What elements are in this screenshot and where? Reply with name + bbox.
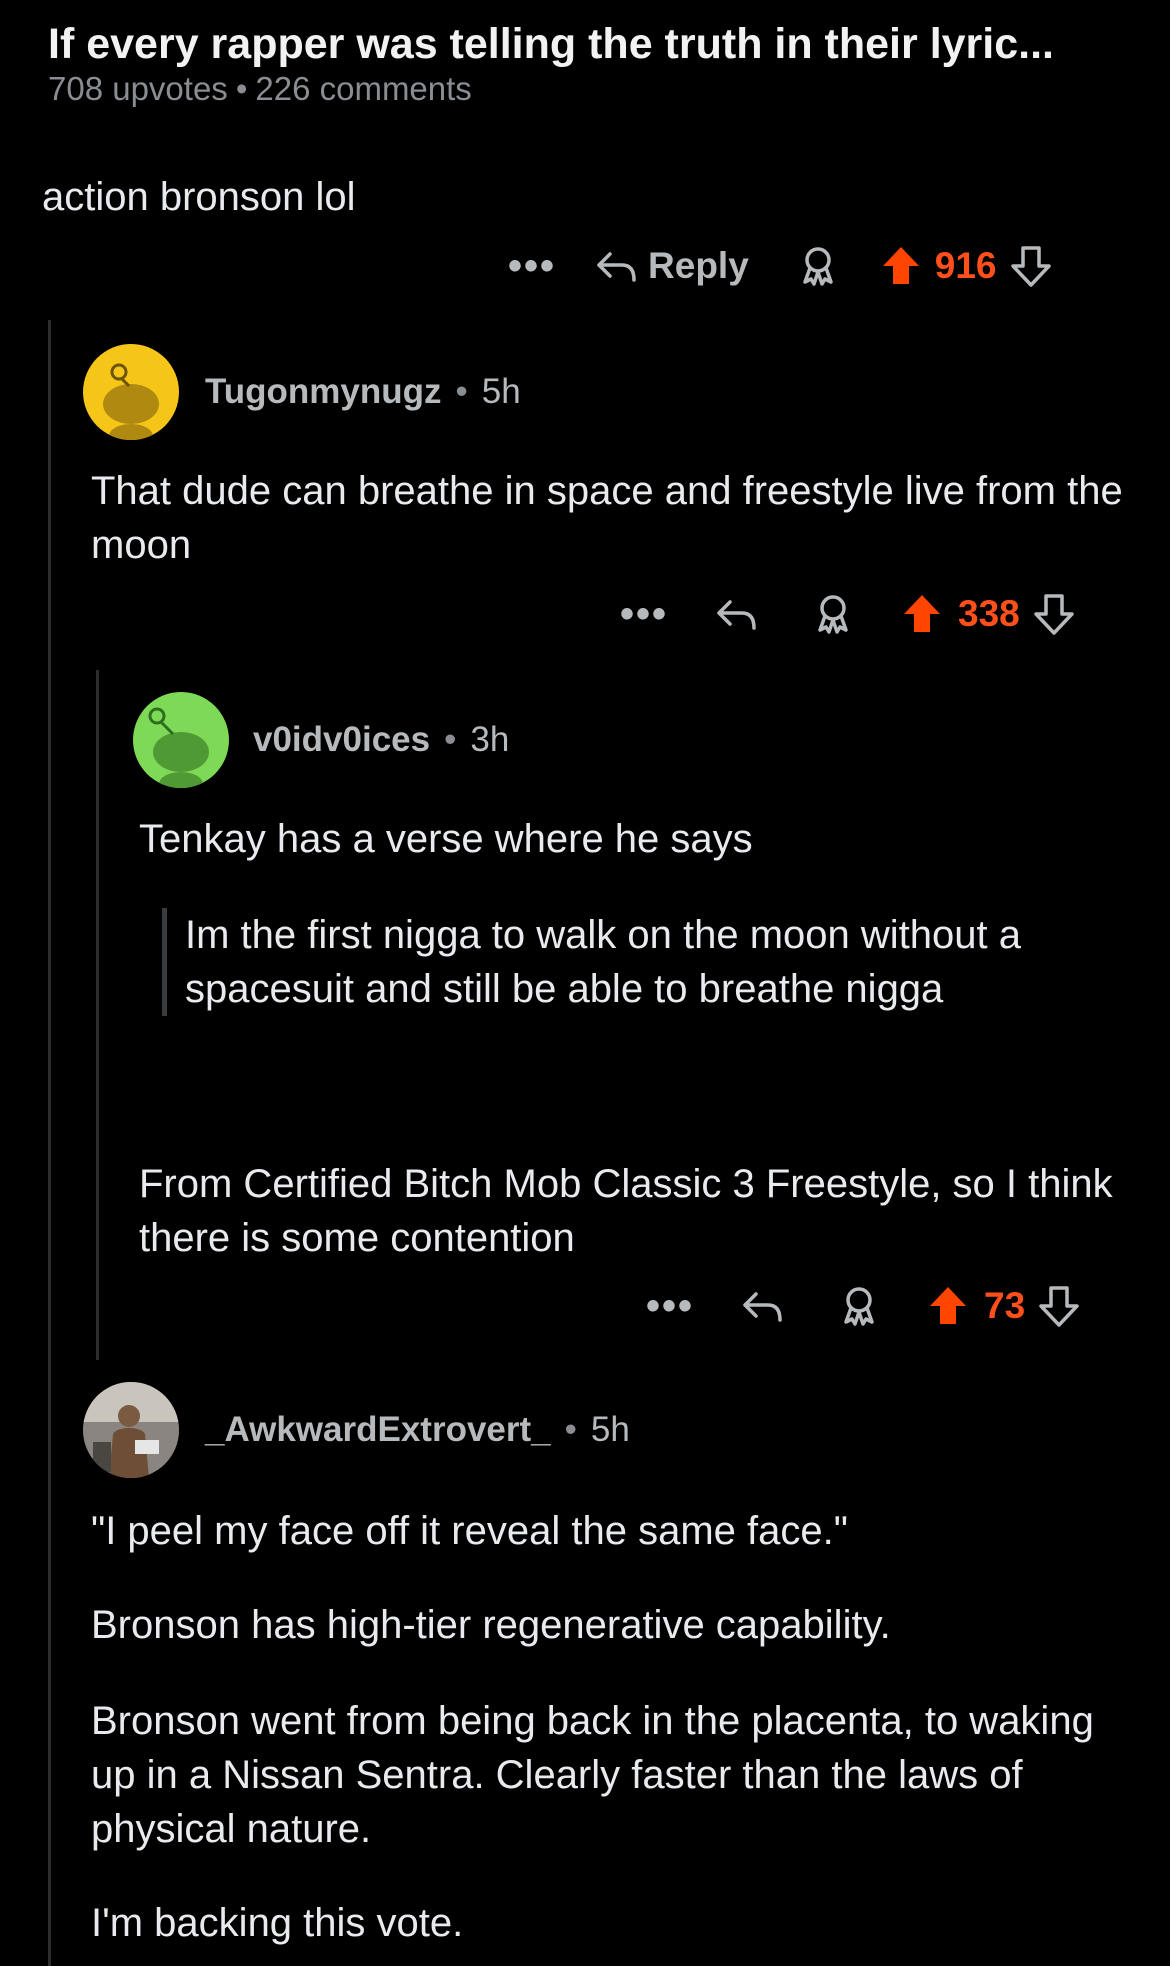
downvote-icon [1032,592,1076,636]
comment-paragraph: "I peel my face off it reveal the same f… [91,1509,848,1553]
more-options-button[interactable]: ••• [620,592,668,637]
reply-label: Reply [648,245,749,286]
comment-age: 3h [470,720,510,759]
downvote-button[interactable] [1032,592,1076,636]
award-button[interactable] [838,1284,880,1328]
profile-photo-icon [83,1382,179,1478]
upvote-icon [879,244,923,288]
comment-author[interactable]: Tugonmynugz [205,372,442,412]
meta-separator: • [455,372,468,411]
upvote-count: 708 upvotes [48,70,228,107]
upvote-button[interactable] [900,592,944,636]
comment-actions: ••• 338 [620,584,1076,644]
award-icon [812,592,854,636]
comment-author-row: Tugonmynugz • 5h [205,362,521,422]
award-button[interactable] [797,244,839,288]
reply-icon [714,594,758,634]
comment-actions: ••• 73 [646,1276,1081,1336]
comment-age: 5h [590,1410,630,1449]
comment-age: 5h [481,372,521,411]
post-meta: 708 upvotes • 226 comments [48,70,1128,108]
downvote-icon [1037,1284,1081,1328]
thread-line[interactable] [96,670,99,1360]
snoo-avatar-icon [103,363,159,440]
comment-author[interactable]: _AwkwardExtrovert_ [205,1410,551,1450]
downvote-button[interactable] [1009,244,1053,288]
award-icon [838,1284,880,1328]
avatar[interactable] [83,1382,179,1478]
avatar[interactable] [133,692,229,788]
downvote-icon [1009,244,1053,288]
comment-body: action bronson lol [42,175,356,219]
meta-separator: • [444,720,457,759]
vote-score: 916 [934,245,997,286]
comment-paragraph: I'm backing this vote. [91,1901,464,1945]
vote-score: 338 [958,593,1020,634]
award-icon [797,244,839,288]
comment-actions: ••• Reply 916 [508,236,1053,296]
reply-button[interactable] [714,594,758,634]
comment-paragraph: Bronson has high-tier regenerative capab… [91,1603,891,1647]
post-header: If every rapper was telling the truth in… [48,16,1128,108]
downvote-button[interactable] [1037,1284,1081,1328]
thread-line[interactable] [48,320,51,1966]
upvote-button[interactable] [926,1284,970,1328]
upvote-icon [926,1284,970,1328]
comment-body: Tenkay has a verse where he says [139,817,753,861]
reply-button[interactable]: Reply [594,245,749,287]
comment-paragraph: Bronson went from being back in the plac… [91,1699,1094,1851]
meta-separator: • [235,70,248,107]
post-title[interactable]: If every rapper was telling the truth in… [48,16,1128,72]
reply-button[interactable] [740,1286,784,1326]
upvote-icon [900,592,944,636]
more-options-button[interactable]: ••• [646,1284,694,1329]
comment-author[interactable]: v0idv0ices [253,720,430,760]
award-button[interactable] [812,592,854,636]
blockquote: Im the first nigga to walk on the moon w… [162,908,1045,1016]
avatar[interactable] [83,344,179,440]
comment-body: That dude can breathe in space and frees… [91,469,1123,567]
comment-count: 226 comments [255,70,472,107]
comment-body: From Certified Bitch Mob Classic 3 Frees… [139,1162,1113,1260]
reply-icon [740,1286,784,1326]
more-options-button[interactable]: ••• [508,244,556,289]
snoo-avatar-icon [148,707,209,788]
meta-separator: • [564,1410,577,1449]
reply-icon [594,246,638,286]
comment-author-row: v0idv0ices • 3h [253,710,509,770]
comment-author-row: _AwkwardExtrovert_ • 5h [205,1400,630,1460]
vote-score: 73 [984,1285,1026,1326]
upvote-button[interactable] [879,244,923,288]
